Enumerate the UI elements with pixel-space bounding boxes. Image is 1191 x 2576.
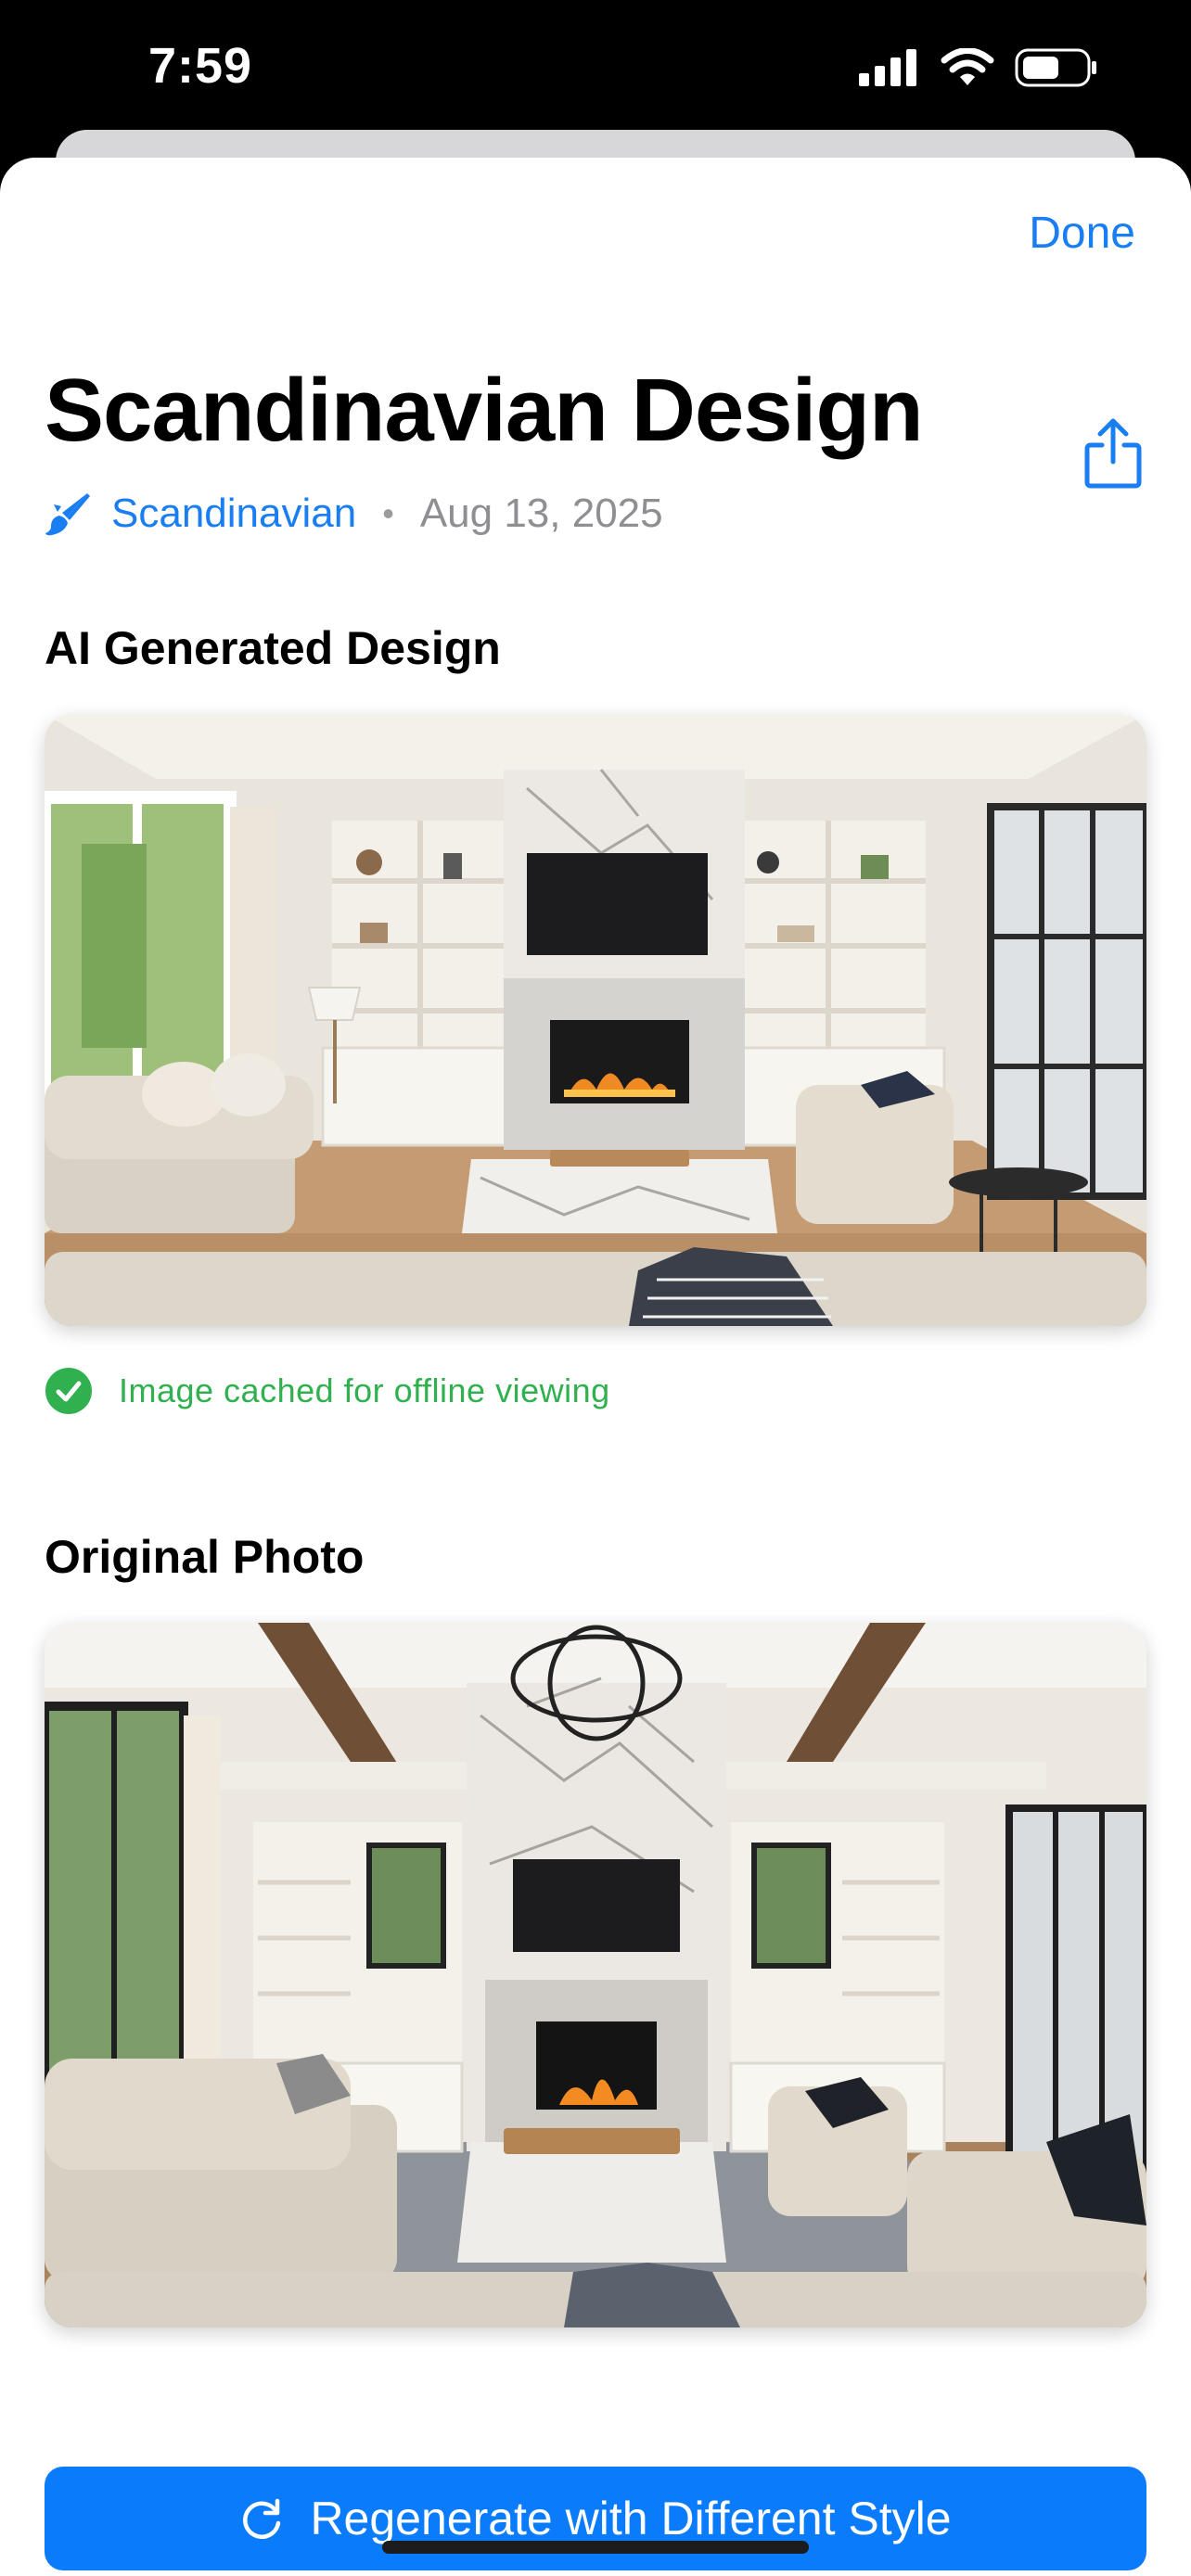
checkmark-circle-icon — [45, 1368, 92, 1414]
regenerate-label: Regenerate with Different Style — [310, 2493, 952, 2544]
status-bar: 7:59 — [0, 0, 1191, 139]
home-indicator — [382, 2541, 809, 2554]
original-section-title: Original Photo — [45, 1531, 365, 1583]
meta-separator: • — [382, 494, 394, 532]
generated-design-image[interactable] — [45, 714, 1146, 1326]
original-photo-image[interactable] — [45, 1623, 1146, 2327]
generated-section-title: AI Generated Design — [45, 622, 501, 674]
status-time: 7:59 — [148, 38, 253, 94]
status-icons — [859, 48, 1098, 87]
regenerate-button[interactable]: Regenerate with Different Style — [45, 2467, 1146, 2570]
cached-status-text: Image cached for offline viewing — [119, 1371, 610, 1409]
style-link[interactable]: Scandinavian — [111, 491, 356, 537]
done-button[interactable]: Done — [1029, 208, 1135, 259]
cached-status: Image cached for offline viewing — [45, 1363, 610, 1419]
design-meta: Scandinavian • Aug 13, 2025 — [45, 484, 663, 543]
share-button[interactable] — [1083, 415, 1143, 490]
page-title: Scandinavian Design — [45, 361, 924, 460]
cellular-signal-icon — [859, 49, 916, 86]
share-icon — [1084, 418, 1142, 489]
design-date: Aug 13, 2025 — [419, 491, 663, 536]
refresh-icon — [243, 2498, 281, 2540]
wifi-icon — [941, 48, 994, 85]
battery-icon — [1015, 48, 1096, 87]
paintbrush-icon — [45, 493, 90, 536]
design-detail-sheet: Done Scandinavian Design Scandinavian • … — [0, 158, 1191, 2576]
